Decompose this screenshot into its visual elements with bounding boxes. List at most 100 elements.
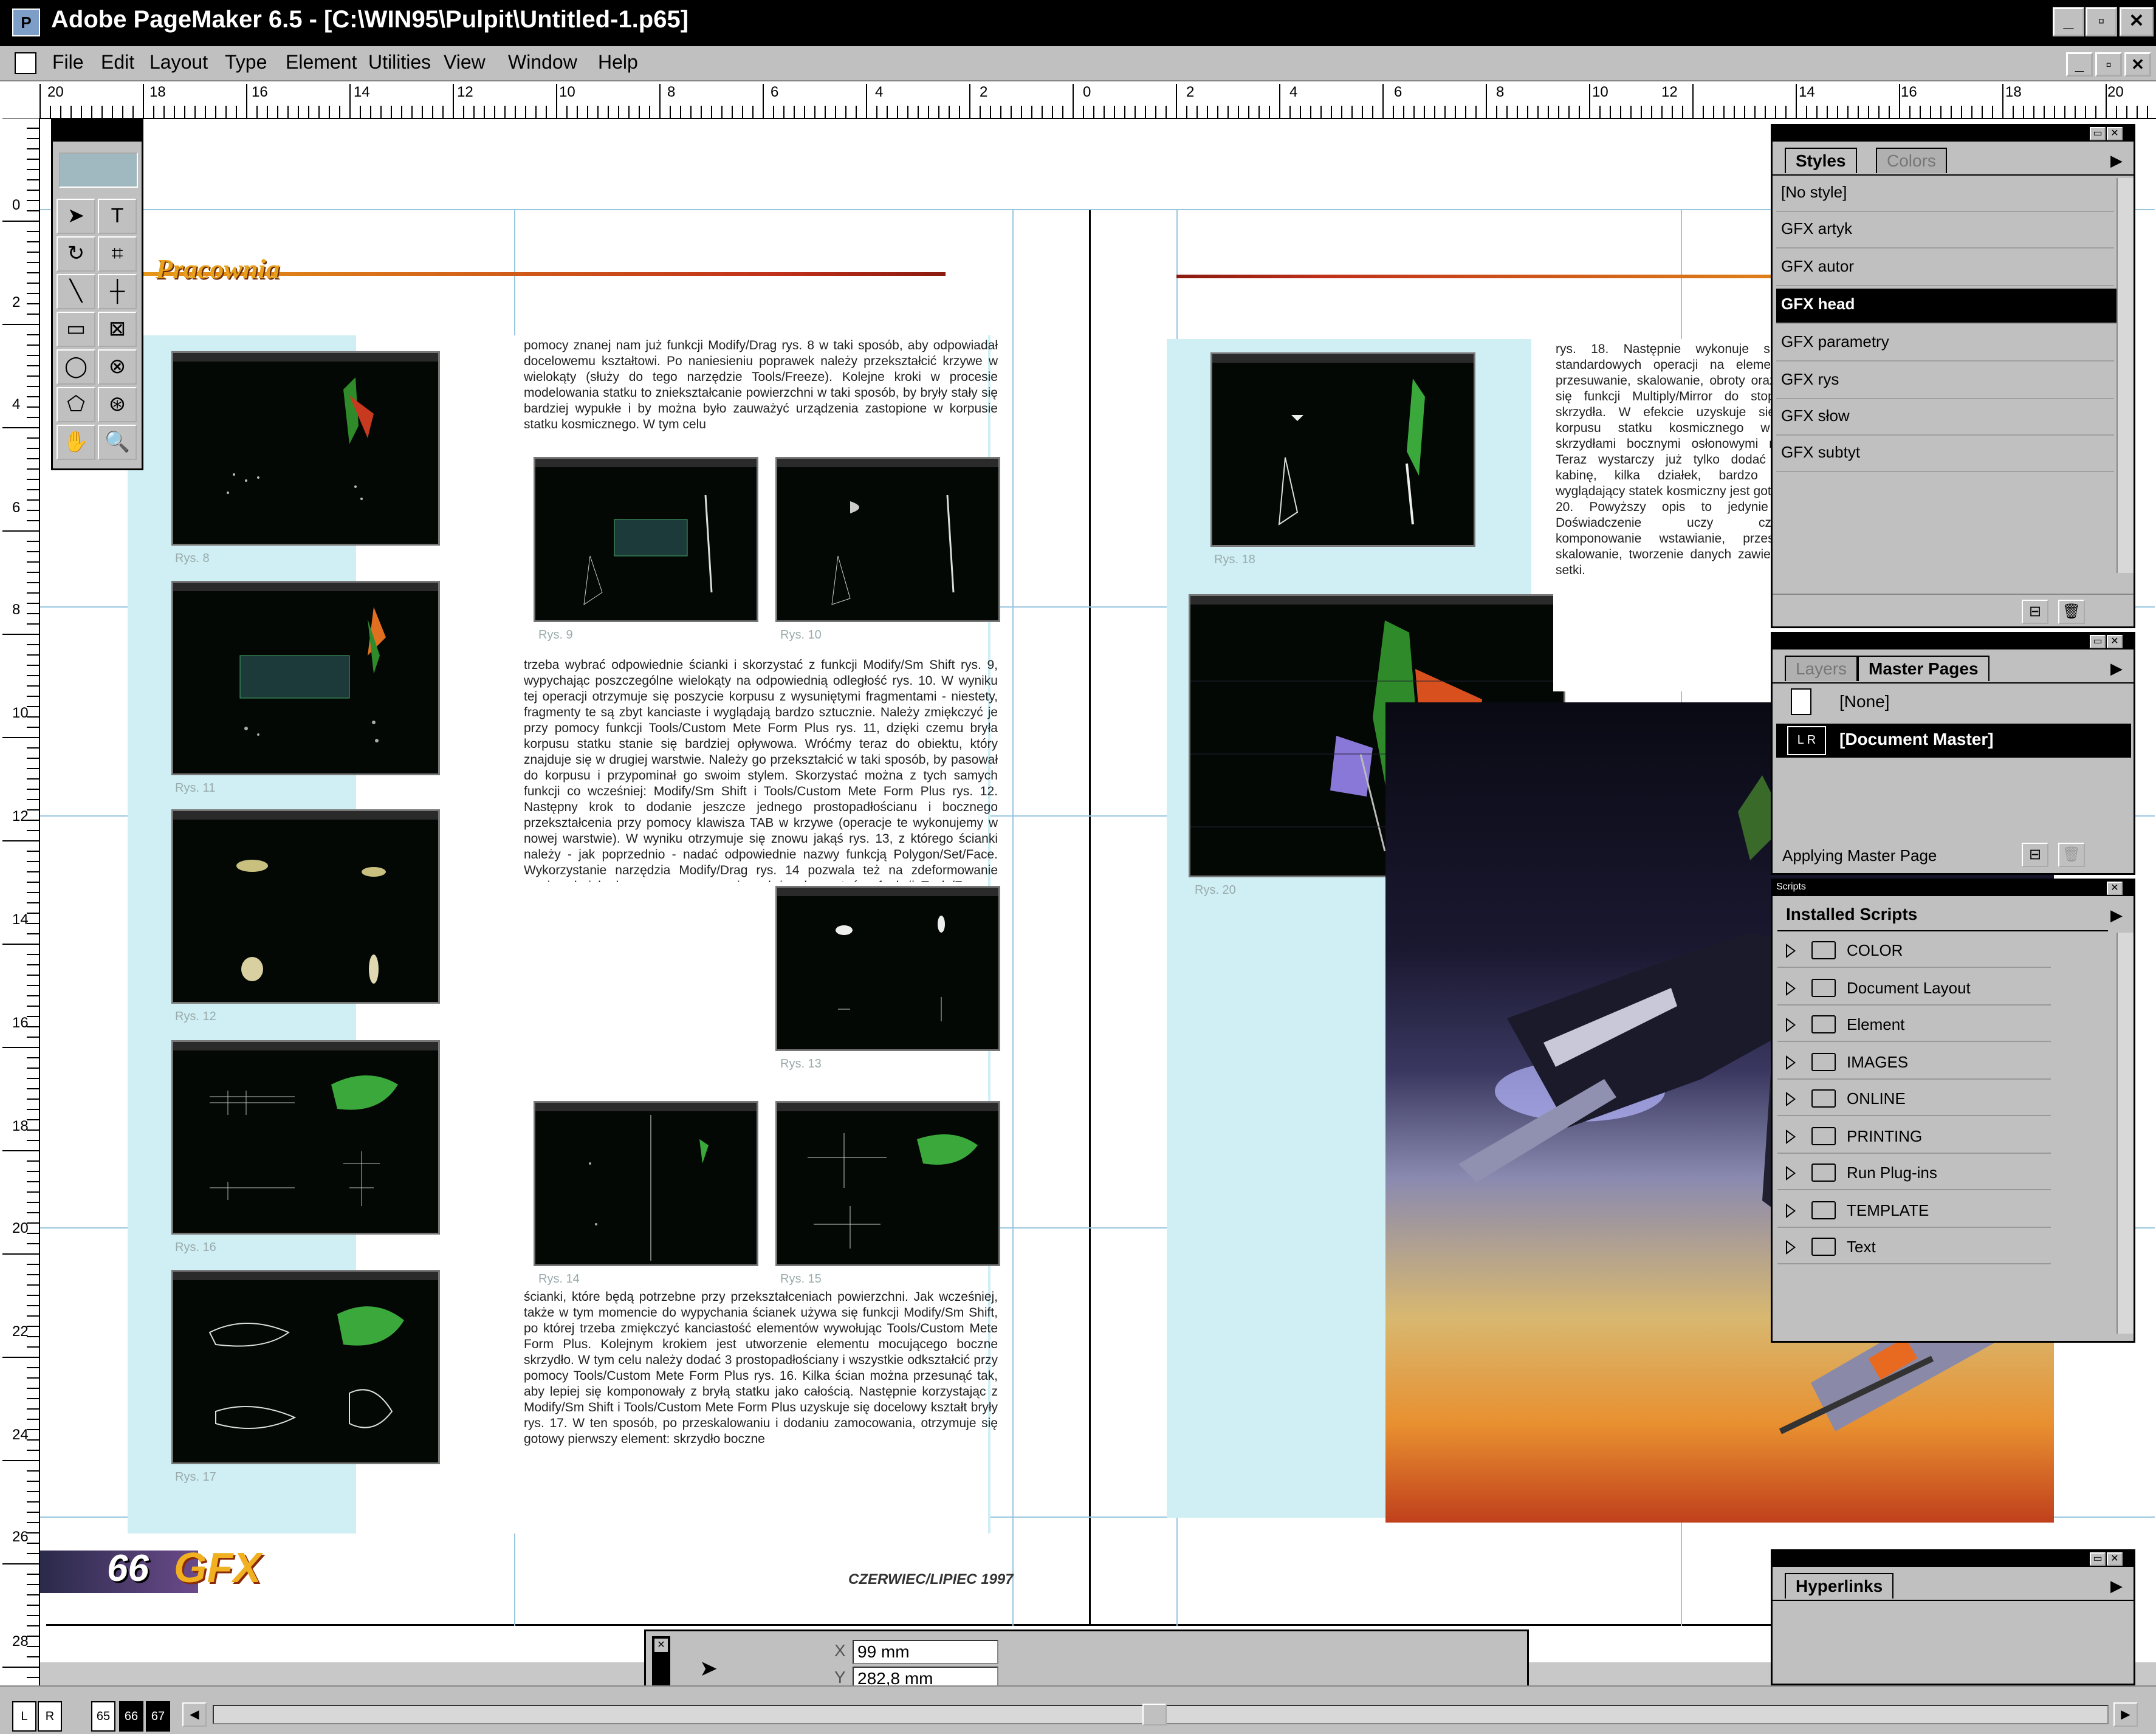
panel-close-button[interactable]: ✕ xyxy=(2107,882,2123,895)
panel-close-button[interactable]: ✕ xyxy=(2107,635,2123,648)
rectangle-frame-tool-icon[interactable]: ⊠ xyxy=(98,312,137,347)
script-folder-template[interactable]: TEMPLATE xyxy=(1777,1194,2051,1228)
minimize-button[interactable]: _ xyxy=(2053,7,2084,36)
trash-icon[interactable]: 🗑 xyxy=(2058,600,2085,624)
constrained-line-tool-icon[interactable]: ┼ xyxy=(98,274,137,309)
style-item[interactable]: [No style] xyxy=(1776,177,2114,212)
caption-rys9: Rys. 9 xyxy=(538,628,573,642)
new-style-icon[interactable]: ⊟ xyxy=(2022,600,2048,624)
script-folder-printing[interactable]: PRINTING xyxy=(1777,1120,2051,1154)
trash-icon[interactable]: 🗑 xyxy=(2058,843,2085,867)
vertical-ruler[interactable]: 0 2 4 6 8 10 12 14 16 18 20 22 24 26 28 xyxy=(0,118,40,1685)
zoom-tool-icon[interactable]: 🔍 xyxy=(98,425,137,460)
master-page-r-icon[interactable]: R xyxy=(38,1701,62,1732)
ruler-label: 20 xyxy=(47,84,64,100)
page-number-66: 66 xyxy=(107,1547,149,1589)
scripts-scrollbar[interactable] xyxy=(2117,933,2134,1334)
scroll-right-arrow-icon[interactable]: ▶ xyxy=(2113,1702,2138,1727)
panel-menu-arrow-icon[interactable]: ▶ xyxy=(2110,906,2123,925)
scroll-thumb[interactable] xyxy=(1142,1704,1167,1725)
document-icon[interactable] xyxy=(15,52,36,74)
ruler-label: 16 xyxy=(1901,84,1917,100)
menu-utilities[interactable]: Utilities xyxy=(368,51,431,74)
styles-panel-titlebar[interactable]: ▭ ✕ xyxy=(1773,126,2134,142)
master-spread-icon: L R xyxy=(1787,726,1826,755)
control-close-icon[interactable]: ✕ xyxy=(654,1639,668,1652)
panel-minimize-button[interactable]: ▭ xyxy=(2090,635,2106,648)
tab-colors[interactable]: Colors xyxy=(1876,148,1947,173)
tab-master-pages[interactable]: Master Pages xyxy=(1858,656,1989,681)
line-tool-icon[interactable]: ╲ xyxy=(57,274,95,309)
ellipse-tool-icon[interactable]: ◯ xyxy=(57,349,95,385)
menu-file[interactable]: File xyxy=(52,51,84,74)
new-master-icon[interactable]: ⊟ xyxy=(2022,843,2048,867)
ellipse-frame-tool-icon[interactable]: ⊗ xyxy=(98,349,137,385)
polygon-frame-tool-icon[interactable]: ⊛ xyxy=(98,387,137,422)
scroll-left-arrow-icon[interactable]: ◀ xyxy=(182,1702,207,1727)
tab-styles[interactable]: Styles xyxy=(1785,148,1857,173)
style-item[interactable]: GFX autor xyxy=(1776,251,2114,286)
caption-rys17: Rys. 17 xyxy=(175,1470,216,1484)
script-folder-element[interactable]: Element xyxy=(1777,1008,2051,1042)
x-position-field[interactable]: 99 mm xyxy=(853,1640,998,1664)
script-folder-color[interactable]: COLOR xyxy=(1777,934,2051,968)
scripts-panel-title: Scripts xyxy=(1776,882,1806,892)
polygon-tool-icon[interactable]: ⬠ xyxy=(57,387,95,422)
menu-type[interactable]: Type xyxy=(225,51,267,74)
master-none[interactable]: [None] xyxy=(1839,692,1890,711)
styles-scrollbar[interactable] xyxy=(2117,178,2134,573)
script-folder-run-plugins[interactable]: Run Plug-ins xyxy=(1777,1156,2051,1190)
menu-view[interactable]: View xyxy=(444,51,486,74)
tab-hyperlinks[interactable]: Hyperlinks xyxy=(1785,1573,1894,1599)
page-icon-66[interactable]: 66 xyxy=(119,1701,143,1732)
page-icon-67[interactable]: 67 xyxy=(146,1701,170,1732)
menu-help[interactable]: Help xyxy=(598,51,638,74)
styles-panel: ▭ ✕ Styles Colors ▶ [No style] GFX artyk… xyxy=(1771,124,2135,628)
panel-close-button[interactable]: ✕ xyxy=(2107,1552,2123,1566)
close-button[interactable]: ✕ xyxy=(2120,7,2154,36)
doc-minimize-button[interactable]: _ xyxy=(2066,52,2093,77)
menu-element[interactable]: Element xyxy=(286,51,357,74)
rotate-tool-icon[interactable]: ↻ xyxy=(57,236,95,272)
panel-menu-arrow-icon[interactable]: ▶ xyxy=(2110,659,2123,678)
panel-menu-arrow-icon[interactable]: ▶ xyxy=(2110,1577,2123,1595)
panel-minimize-button[interactable]: ▭ xyxy=(2090,127,2106,140)
restore-button[interactable]: ▫ xyxy=(2086,7,2117,36)
doc-close-button[interactable]: ✕ xyxy=(2124,52,2151,77)
menu-edit[interactable]: Edit xyxy=(101,51,134,74)
style-item[interactable]: GFX artyk xyxy=(1776,213,2114,248)
toolbox-preview xyxy=(59,152,138,188)
master-page-l-icon[interactable]: L xyxy=(12,1701,36,1732)
crop-tool-icon[interactable]: ⌗ xyxy=(98,236,137,272)
style-item[interactable]: GFX rys xyxy=(1776,364,2114,399)
ruler-label: 4 xyxy=(1289,84,1298,100)
menu-layout[interactable]: Layout xyxy=(149,51,208,74)
hand-tool-icon[interactable]: ✋ xyxy=(57,425,95,460)
tab-layers[interactable]: Layers xyxy=(1785,656,1858,681)
panel-close-button[interactable]: ✕ xyxy=(2107,127,2123,140)
style-item[interactable]: GFX subtyt xyxy=(1776,437,2114,472)
hyperlinks-titlebar[interactable]: ▭ ✕ xyxy=(1773,1551,2134,1567)
horizontal-ruler[interactable]: 20 18 16 14 12 10 8 6 4 2 0 2 4 6 8 10 1… xyxy=(0,81,2156,119)
style-item-selected[interactable]: GFX head xyxy=(1776,289,2129,324)
script-folder-images[interactable]: IMAGES xyxy=(1777,1046,2051,1080)
page-icon-65[interactable]: 65 xyxy=(91,1701,115,1732)
style-item[interactable]: GFX parametry xyxy=(1776,326,2114,362)
pagemaker-app-icon[interactable]: P xyxy=(12,9,40,36)
script-folder-document-layout[interactable]: Document Layout xyxy=(1777,972,2051,1006)
installed-scripts-header[interactable]: Installed Scripts xyxy=(1777,905,2108,931)
title-bar: P Adobe PageMaker 6.5 - [C:\WIN95\Pulpit… xyxy=(0,0,2156,46)
menu-window[interactable]: Window xyxy=(508,51,577,74)
style-item[interactable]: GFX słow xyxy=(1776,400,2114,436)
script-folder-text[interactable]: Text xyxy=(1777,1230,2051,1264)
master-pages-titlebar[interactable]: ▭ ✕ xyxy=(1773,634,2134,649)
toolbox-titlebar[interactable] xyxy=(53,121,142,142)
text-tool-icon[interactable]: T xyxy=(98,199,137,234)
pointer-tool-icon[interactable]: ➤ xyxy=(57,199,95,234)
rectangle-tool-icon[interactable]: ▭ xyxy=(57,312,95,347)
script-folder-online[interactable]: ONLINE xyxy=(1777,1082,2051,1116)
doc-restore-button[interactable]: ▫ xyxy=(2095,52,2122,77)
panel-minimize-button[interactable]: ▭ xyxy=(2090,1552,2106,1566)
scripts-panel-titlebar[interactable]: Scripts ✕ xyxy=(1773,880,2134,896)
panel-menu-arrow-icon[interactable]: ▶ xyxy=(2110,151,2123,170)
